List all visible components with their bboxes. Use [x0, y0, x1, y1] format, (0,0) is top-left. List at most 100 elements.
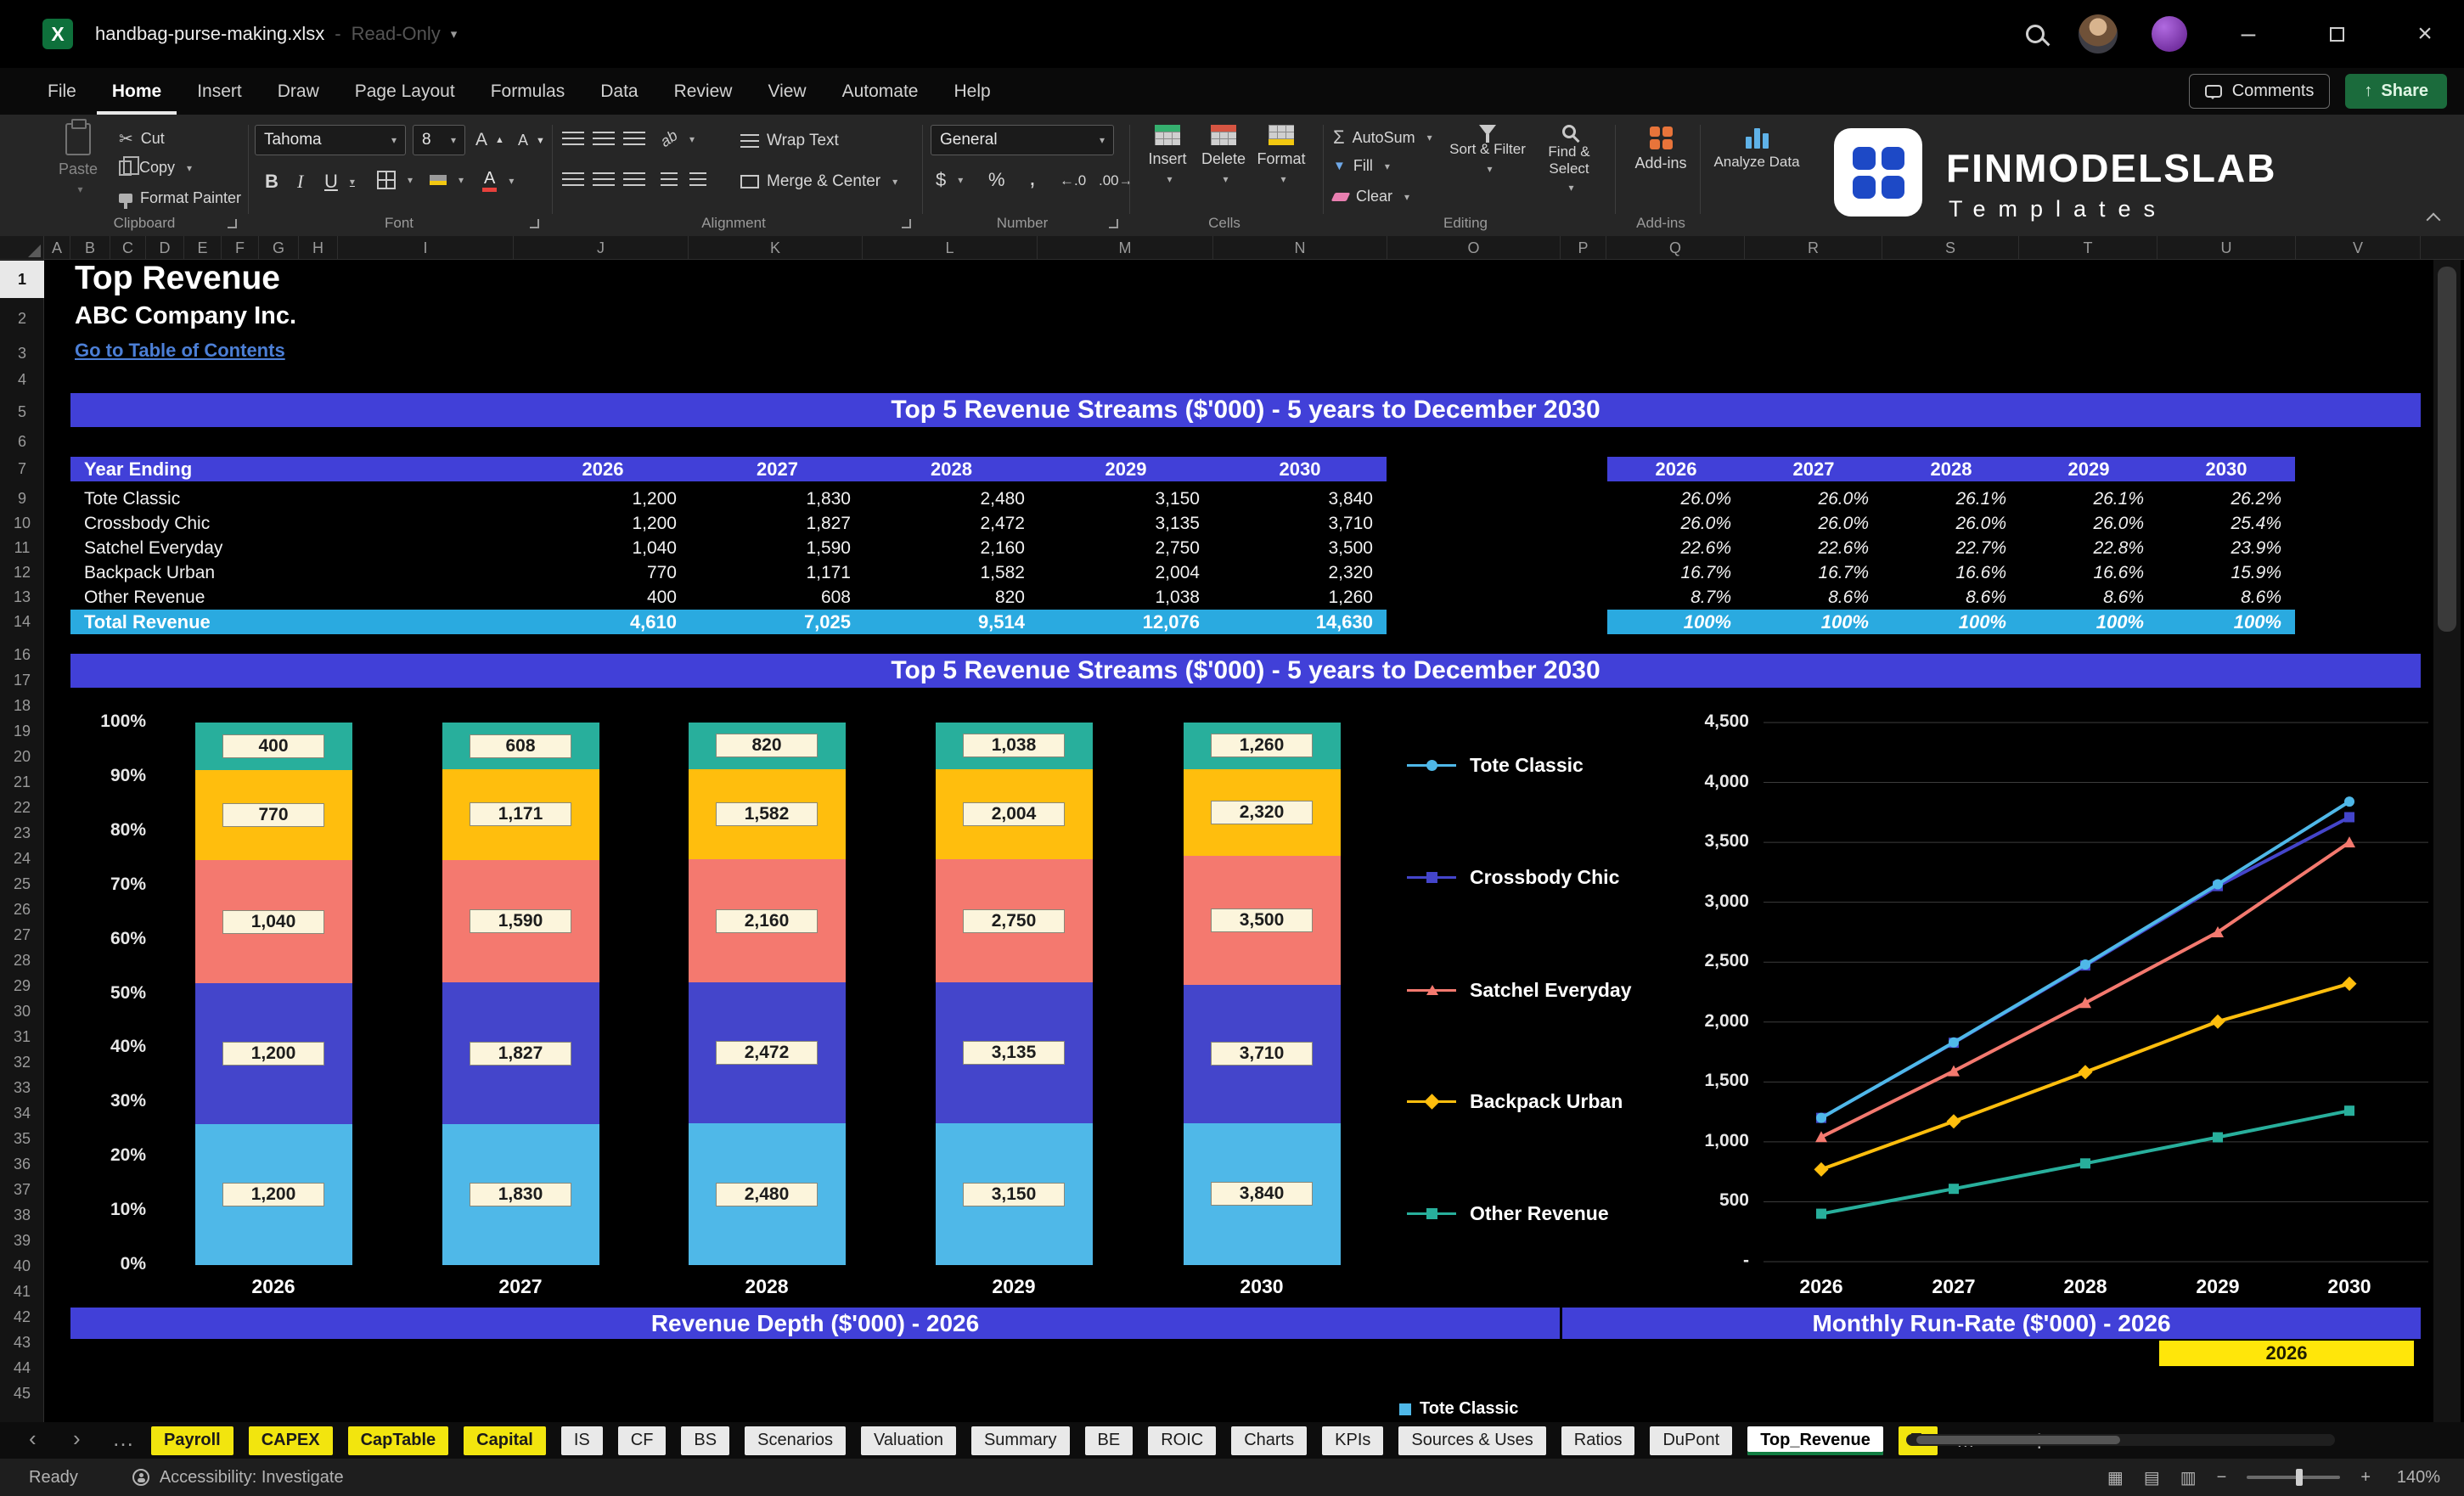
value-cell[interactable]: 3,840 — [1213, 486, 1387, 511]
revenue-streams-banner-chart[interactable]: Top 5 Revenue Streams ($'000) - 5 years … — [70, 654, 2421, 688]
pct-cell[interactable]: 22.6% — [1745, 536, 1882, 560]
company-name[interactable]: ABC Company Inc. — [75, 302, 296, 330]
revenue-streams-banner-top[interactable]: Top 5 Revenue Streams ($'000) - 5 years … — [70, 393, 2421, 427]
table-header-2030[interactable]: 2030 — [1213, 457, 1387, 481]
pct-header-2027[interactable]: 2027 — [1745, 457, 1882, 481]
zoom-level[interactable]: 140% — [2391, 1468, 2440, 1488]
accessibility-status[interactable]: Accessibility: Investigate — [132, 1468, 344, 1488]
pct-cell[interactable]: 25.4% — [2157, 511, 2295, 536]
pct-cell[interactable]: 16.7% — [1745, 560, 1882, 585]
zoom-slider-thumb[interactable] — [2296, 1469, 2303, 1486]
sheet-tab-valuation[interactable]: Valuation — [861, 1426, 956, 1455]
row-label-crossbody-chic[interactable]: Crossbody Chic — [70, 511, 515, 536]
sheet-tab-top-revenue[interactable]: Top_Revenue — [1747, 1426, 1883, 1455]
page-break-view-icon[interactable]: ▥ — [2180, 1467, 2197, 1488]
pct-cell[interactable]: 26.2% — [2157, 486, 2295, 511]
value-cell[interactable]: 1,827 — [690, 511, 864, 536]
pct-cell[interactable]: 22.8% — [2020, 536, 2157, 560]
value-cell[interactable]: 1,582 — [864, 560, 1038, 585]
legend-item-tote-classic[interactable]: Tote Classic — [1407, 753, 1584, 777]
value-cell[interactable]: 820 — [864, 585, 1038, 610]
value-cell[interactable]: 1,260 — [1213, 585, 1387, 610]
pct-total-cell[interactable]: 100% — [1745, 610, 1882, 634]
zoom-in-button[interactable]: + — [2360, 1468, 2371, 1488]
value-cell[interactable]: 1,200 — [515, 511, 690, 536]
tabs-overflow-left-button[interactable]: … — [112, 1426, 134, 1452]
row-label-other-revenue[interactable]: Other Revenue — [70, 585, 515, 610]
zoom-out-button[interactable]: − — [2217, 1468, 2227, 1488]
value-cell[interactable]: 1,040 — [515, 536, 690, 560]
row-label-backpack-urban[interactable]: Backpack Urban — [70, 560, 515, 585]
sheet-tab-is[interactable]: IS — [561, 1426, 603, 1455]
tabs-scroll-left-button[interactable]: ‹ — [29, 1426, 37, 1452]
page-title[interactable]: Top Revenue — [75, 260, 280, 297]
pct-cell[interactable]: 8.6% — [2020, 585, 2157, 610]
table-header-2027[interactable]: 2027 — [690, 457, 864, 481]
pct-cell[interactable]: 8.6% — [2157, 585, 2295, 610]
row-label-tote-classic[interactable]: Tote Classic — [70, 486, 515, 511]
legend-item-other-revenue[interactable]: Other Revenue — [1407, 1201, 1609, 1225]
pct-cell[interactable]: 15.9% — [2157, 560, 2295, 585]
pct-cell[interactable]: 16.6% — [1882, 560, 2020, 585]
table-header-2029[interactable]: 2029 — [1038, 457, 1213, 481]
pct-cell[interactable]: 8.7% — [1607, 585, 1745, 610]
value-cell[interactable]: 2,750 — [1038, 536, 1213, 560]
horizontal-scrollbar-thumb[interactable] — [1916, 1436, 2120, 1444]
normal-view-icon[interactable]: ▦ — [2107, 1467, 2124, 1488]
total-value-cell[interactable]: 12,076 — [1038, 610, 1213, 634]
sheet-tab-ratios[interactable]: Ratios — [1561, 1426, 1635, 1455]
sheet-tab-capital[interactable]: Capital — [464, 1426, 546, 1455]
value-cell[interactable]: 608 — [690, 585, 864, 610]
zoom-slider[interactable] — [2247, 1476, 2340, 1479]
sheet-tab-scenarios[interactable]: Scenarios — [745, 1426, 846, 1455]
value-cell[interactable]: 770 — [515, 560, 690, 585]
value-cell[interactable]: 3,500 — [1213, 536, 1387, 560]
pct-cell[interactable]: 26.0% — [1607, 511, 1745, 536]
sheet-tab-sources-uses[interactable]: Sources & Uses — [1398, 1426, 1545, 1455]
pct-header-2029[interactable]: 2029 — [2020, 457, 2157, 481]
value-cell[interactable]: 2,472 — [864, 511, 1038, 536]
row-label-satchel-everyday[interactable]: Satchel Everyday — [70, 536, 515, 560]
vertical-scrollbar[interactable] — [2433, 260, 2461, 1422]
pct-cell[interactable]: 26.0% — [1882, 511, 2020, 536]
revenue-depth-banner[interactable]: Revenue Depth ($'000) - 2026 — [70, 1308, 1560, 1339]
sheet-tab-kpis[interactable]: KPIs — [1322, 1426, 1383, 1455]
pct-cell[interactable]: 26.0% — [1607, 486, 1745, 511]
sheet-tab-summary[interactable]: Summary — [971, 1426, 1070, 1455]
pct-cell[interactable]: 8.6% — [1882, 585, 2020, 610]
line-chart[interactable] — [1732, 705, 2445, 1291]
value-cell[interactable]: 1,830 — [690, 486, 864, 511]
pct-cell[interactable]: 22.7% — [1882, 536, 2020, 560]
horizontal-scrollbar[interactable] — [1906, 1434, 2335, 1446]
table-header-year-ending[interactable]: Year Ending — [70, 457, 515, 481]
value-cell[interactable]: 3,150 — [1038, 486, 1213, 511]
pct-cell[interactable]: 23.9% — [2157, 536, 2295, 560]
sheet-tab-payroll[interactable]: Payroll — [151, 1426, 233, 1455]
value-cell[interactable]: 1,200 — [515, 486, 690, 511]
pct-cell[interactable]: 26.0% — [2020, 511, 2157, 536]
pct-cell[interactable]: 26.1% — [1882, 486, 2020, 511]
sheet-tab-bs[interactable]: BS — [681, 1426, 729, 1455]
pct-total-cell[interactable]: 100% — [2020, 610, 2157, 634]
monthly-run-rate-banner[interactable]: Monthly Run-Rate ($'000) - 2026 — [1562, 1308, 2421, 1339]
pct-cell[interactable]: 26.0% — [1745, 511, 1882, 536]
sheet-tab-dupont[interactable]: DuPont — [1650, 1426, 1732, 1455]
value-cell[interactable]: 1,171 — [690, 560, 864, 585]
pct-header-2028[interactable]: 2028 — [1882, 457, 2020, 481]
sheet-tab-capex[interactable]: CAPEX — [249, 1426, 333, 1455]
value-cell[interactable]: 2,480 — [864, 486, 1038, 511]
legend-item-backpack-urban[interactable]: Backpack Urban — [1407, 1089, 1623, 1113]
total-value-cell[interactable]: 9,514 — [864, 610, 1038, 634]
total-value-cell[interactable]: 14,630 — [1213, 610, 1387, 634]
value-cell[interactable]: 3,710 — [1213, 511, 1387, 536]
table-header-2028[interactable]: 2028 — [864, 457, 1038, 481]
value-cell[interactable]: 400 — [515, 585, 690, 610]
value-cell[interactable]: 1,038 — [1038, 585, 1213, 610]
sheet-tab-cf[interactable]: CF — [618, 1426, 667, 1455]
table-header-2026[interactable]: 2026 — [515, 457, 690, 481]
sheet-tab-charts[interactable]: Charts — [1231, 1426, 1307, 1455]
value-cell[interactable]: 1,590 — [690, 536, 864, 560]
pct-cell[interactable]: 16.7% — [1607, 560, 1745, 585]
vertical-scrollbar-thumb[interactable] — [2438, 267, 2456, 632]
pct-total-cell[interactable]: 100% — [1882, 610, 2020, 634]
